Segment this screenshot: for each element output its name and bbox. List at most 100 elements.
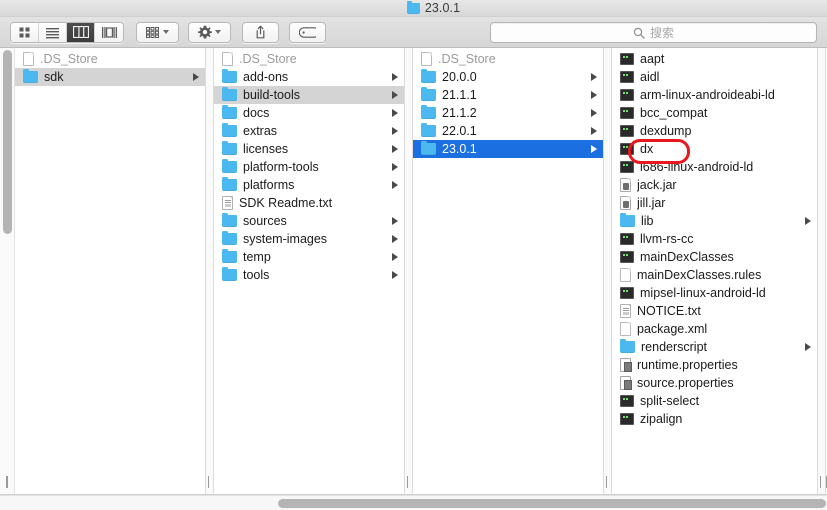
file-row[interactable]: runtime.properties xyxy=(612,356,817,374)
file-row[interactable]: lib xyxy=(612,212,817,230)
file-row[interactable]: tools xyxy=(214,266,404,284)
jar-icon xyxy=(620,178,631,192)
file-row[interactable]: SDK Readme.txt xyxy=(214,194,404,212)
file-row[interactable]: zipalign xyxy=(612,410,817,428)
chevron-down-icon xyxy=(215,30,221,34)
file-row[interactable]: 20.0.0 xyxy=(413,68,603,86)
file-row[interactable]: platform-tools xyxy=(214,158,404,176)
file-name-label: platforms xyxy=(243,178,295,192)
file-row[interactable]: aapt xyxy=(612,50,817,68)
file-row[interactable]: sdk xyxy=(15,68,205,86)
search-input-placeholder: 搜索 xyxy=(649,26,674,40)
folder-icon xyxy=(421,140,436,155)
icon-view-button[interactable] xyxy=(11,22,39,42)
file-name-label: build-tools xyxy=(243,88,300,102)
file-row[interactable]: mainDexClasses.rules xyxy=(612,266,817,284)
disclosure-triangle-icon xyxy=(392,127,398,135)
file-row[interactable]: dexdump xyxy=(612,122,817,140)
action-button[interactable] xyxy=(188,21,231,43)
folder-icon xyxy=(620,338,635,353)
file-row[interactable]: arm-linux-androideabi-ld xyxy=(612,86,817,104)
file-row[interactable]: .DS_Store xyxy=(214,50,404,68)
column-resize-handle-3[interactable] xyxy=(603,48,613,495)
file-row[interactable]: platforms xyxy=(214,176,404,194)
file-row[interactable]: temp xyxy=(214,248,404,266)
file-row[interactable]: dx xyxy=(612,140,817,158)
file-row[interactable]: docs xyxy=(214,104,404,122)
file-name-label: .DS_Store xyxy=(40,52,98,66)
file-name-label: sources xyxy=(243,214,287,228)
file-row[interactable]: llvm-rs-cc xyxy=(612,230,817,248)
file-name-label: 22.0.1 xyxy=(442,124,477,138)
file-name-label: i686-linux-android-ld xyxy=(640,160,754,174)
window-title: 23.0.1 xyxy=(424,1,461,15)
file-name-label: licenses xyxy=(243,142,289,156)
gear-icon xyxy=(198,25,212,39)
file-row[interactable]: system-images xyxy=(214,230,404,248)
file-row[interactable]: aidl xyxy=(612,68,817,86)
list-view-button[interactable] xyxy=(39,22,67,42)
file-name-label: 20.0.0 xyxy=(442,70,477,84)
column-resize-handle-1[interactable] xyxy=(205,48,215,495)
file-row[interactable]: source.properties xyxy=(612,374,817,392)
folder-icon xyxy=(222,230,237,245)
file-row[interactable]: sources xyxy=(214,212,404,230)
search-field[interactable]: 搜索 xyxy=(490,22,817,43)
document-icon xyxy=(23,52,34,66)
vertical-scrollbar-thumb[interactable] xyxy=(3,50,12,234)
column-browser: .DS_Store sdk .DS_Store add-ons build-tools… xyxy=(0,48,827,495)
file-row[interactable]: jill.jar xyxy=(612,194,817,212)
file-name-label: mainDexClasses.rules xyxy=(637,268,762,282)
file-row[interactable]: jack.jar xyxy=(612,176,817,194)
file-name-label: dx xyxy=(640,142,654,156)
file-row[interactable]: i686-linux-android-ld xyxy=(612,158,817,176)
file-row[interactable]: licenses xyxy=(214,140,404,158)
file-row[interactable]: 22.0.1 xyxy=(413,122,603,140)
gallery-view-button[interactable] xyxy=(95,22,123,42)
vertical-scroll-grip[interactable] xyxy=(6,476,8,488)
column-resize-handle-4[interactable] xyxy=(817,48,827,495)
column-resize-handle-2[interactable] xyxy=(404,48,414,495)
file-row[interactable]: 21.1.2 xyxy=(413,104,603,122)
file-row[interactable]: split-select xyxy=(612,392,817,410)
file-name-label: bcc_compat xyxy=(640,106,708,120)
disclosure-triangle-icon xyxy=(591,73,597,81)
share-button[interactable] xyxy=(242,21,279,43)
file-name-label: platform-tools xyxy=(243,160,319,174)
arrange-button[interactable] xyxy=(136,21,179,43)
file-row[interactable]: extras xyxy=(214,122,404,140)
folder-icon xyxy=(222,266,237,281)
file-name-label: extras xyxy=(243,124,278,138)
disclosure-triangle-icon xyxy=(591,91,597,99)
vertical-scrollbar[interactable] xyxy=(0,48,15,495)
file-row[interactable]: add-ons xyxy=(214,68,404,86)
column-sdk: .DS_Store add-ons build-tools docs extras lic… xyxy=(214,48,404,495)
view-mode-segmented-control[interactable] xyxy=(10,21,124,43)
disclosure-triangle-icon xyxy=(591,109,597,117)
disclosure-triangle-icon xyxy=(392,163,398,171)
file-row[interactable]: bcc_compat xyxy=(612,104,817,122)
file-row[interactable]: NOTICE.txt xyxy=(612,302,817,320)
horizontal-scrollbar[interactable] xyxy=(0,495,827,510)
document-icon xyxy=(421,52,432,66)
column-view-button[interactable] xyxy=(67,22,95,42)
horizontal-scrollbar-thumb[interactable] xyxy=(278,499,826,508)
file-row[interactable]: 23.0.1 xyxy=(413,140,603,158)
file-row[interactable]: mainDexClasses xyxy=(612,248,817,266)
file-row[interactable]: .DS_Store xyxy=(15,50,205,68)
folder-icon xyxy=(620,212,635,227)
file-row[interactable]: mipsel-linux-android-ld xyxy=(612,284,817,302)
disclosure-triangle-icon xyxy=(392,217,398,225)
file-row[interactable]: 21.1.1 xyxy=(413,86,603,104)
file-row[interactable]: renderscript xyxy=(612,338,817,356)
file-name-label: 23.0.1 xyxy=(442,142,477,156)
column-build-tools-version: aapt aidl arm-linux-androideabi-ld bcc_comp… xyxy=(612,48,817,495)
document-icon xyxy=(620,322,631,336)
disclosure-triangle-icon xyxy=(805,217,811,225)
file-row[interactable]: .DS_Store xyxy=(413,50,603,68)
document-icon xyxy=(222,52,233,66)
file-row[interactable]: package.xml xyxy=(612,320,817,338)
folder-icon xyxy=(222,212,237,227)
tag-button[interactable] xyxy=(289,21,326,43)
file-row[interactable]: build-tools xyxy=(214,86,404,104)
